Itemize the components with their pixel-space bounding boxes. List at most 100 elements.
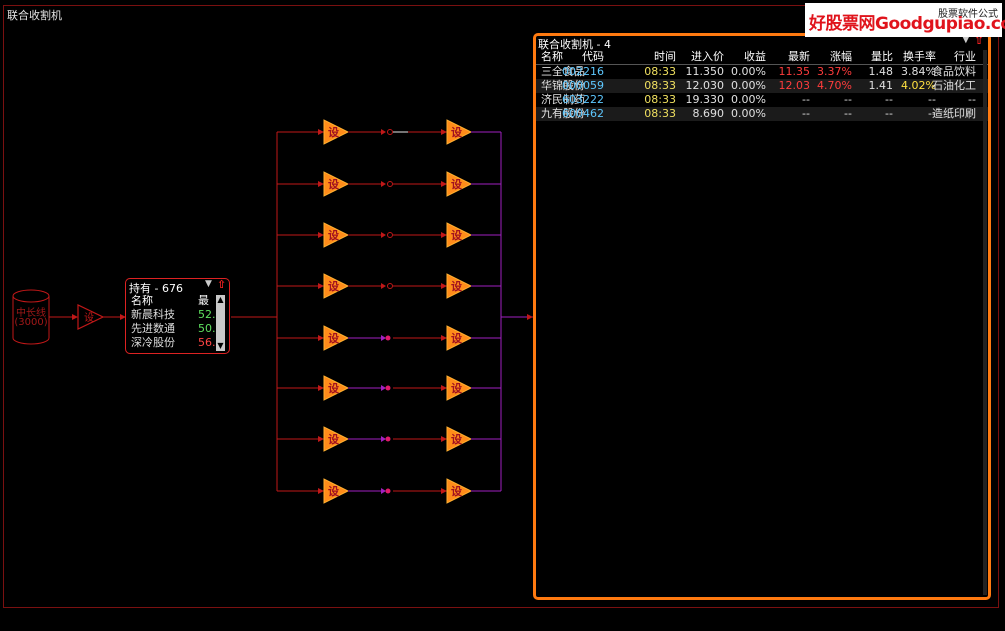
industry: --	[968, 93, 976, 106]
scroll-up-icon[interactable]: ▲	[216, 295, 225, 305]
arrow-head	[381, 129, 386, 135]
col-entry-price[interactable]: 进入价	[691, 50, 724, 64]
holding-row-value: 50.	[198, 322, 216, 335]
entry-price: 12.030	[685, 79, 725, 92]
arrow-head	[72, 314, 78, 320]
arrow-head	[318, 232, 324, 238]
results-scrollbar[interactable]	[983, 50, 987, 595]
condition-node-label: 设	[328, 125, 340, 139]
arrow-head	[381, 181, 386, 187]
arrow-head	[441, 488, 447, 494]
condition-node-label: 设	[451, 228, 463, 242]
holding-row-name: 深冷股份	[131, 336, 175, 349]
arrow-head	[381, 335, 386, 341]
col-industry[interactable]: 行业	[954, 50, 976, 64]
change-pct: 3.37%	[817, 65, 852, 78]
arrow-head	[381, 283, 386, 289]
holding-row[interactable]: 深冷股份 56.	[129, 336, 216, 350]
holding-panel[interactable]: 持有 - 676 ▼ ⇧ 名称 最 新晨科技 52. 先进数通 50. 深冷股份…	[125, 278, 230, 354]
change-pct: --	[844, 93, 852, 106]
arrow-head	[441, 385, 447, 391]
volume-ratio: --	[885, 107, 893, 120]
industry: 石油化工	[932, 79, 976, 92]
arrow-head	[441, 129, 447, 135]
results-table: 名称 代码 时间 进入价 收益 最新 涨幅 量比 换手率 行业 三全食品 0022…	[536, 50, 988, 121]
stock-code: 603222	[562, 93, 604, 106]
col-name[interactable]: 名称	[541, 50, 563, 64]
watermark-title: 好股票网Goodgupiao.com	[809, 14, 1005, 34]
gain: 0.00%	[731, 79, 766, 92]
condition-node-label: 设	[451, 484, 463, 498]
holding-row-name: 新晨科技	[131, 308, 175, 321]
arrow-head	[441, 283, 447, 289]
latest-price: 11.35	[778, 65, 811, 78]
col-time[interactable]: 时间	[654, 50, 676, 64]
turnover-rate: 3.84%	[901, 65, 936, 78]
table-row[interactable]: 九有股份 600462 08:33 8.690 0.00% -- -- -- -- 造纸印刷	[536, 107, 988, 121]
turnover-rate: --	[928, 93, 936, 106]
junction-dot	[387, 181, 393, 187]
col-volume-ratio[interactable]: 量比	[871, 50, 893, 64]
arrow-head	[441, 335, 447, 341]
stock-code: 000059	[562, 79, 604, 92]
col-code[interactable]: 代码	[582, 50, 604, 64]
volume-ratio: --	[885, 93, 893, 106]
scroll-down-icon[interactable]: ▼	[216, 341, 225, 351]
table-row[interactable]: 济民制药 603222 08:33 19.330 0.00% -- -- -- -- --	[536, 93, 988, 107]
condition-node-label: 设	[328, 484, 340, 498]
junction-dot	[385, 385, 391, 391]
entry-time: 08:33	[644, 93, 676, 106]
volume-ratio: 1.41	[868, 79, 894, 92]
results-panel[interactable]: 联合收割机 - 4 ▼ ⇧ 名称 代码 时间 进入价 收益 最新 涨幅 量比 换…	[533, 33, 991, 600]
condition-node-label: 设	[328, 177, 340, 191]
junction-dot	[387, 129, 393, 135]
arrow-head	[318, 283, 324, 289]
col-change[interactable]: 涨幅	[830, 50, 852, 64]
holding-header: 名称 最	[129, 294, 215, 308]
junction-dot	[387, 283, 393, 289]
table-row[interactable]: 华锦股份 000059 08:33 12.030 0.00% 12.03 4.70% 1.41…	[536, 79, 988, 93]
condition-node-label: 设	[451, 432, 463, 446]
dropdown-icon[interactable]: ▼	[205, 279, 212, 289]
col-gain[interactable]: 收益	[744, 50, 766, 64]
holding-col-latest: 最	[198, 294, 209, 307]
holding-row-value: 52.	[198, 308, 216, 321]
gain: 0.00%	[731, 65, 766, 78]
condition-node-label: 设	[451, 125, 463, 139]
arrow-head	[441, 181, 447, 187]
results-header: 名称 代码 时间 进入价 收益 最新 涨幅 量比 换手率 行业	[536, 50, 988, 65]
holding-col-name: 名称	[131, 294, 153, 307]
condition-node-label: 设	[451, 177, 463, 191]
arrow-head	[318, 129, 324, 135]
condition-node-label: 设	[328, 331, 340, 345]
condition-node-label: 设	[451, 381, 463, 395]
arrow-head	[318, 181, 324, 187]
condition-node-label: 设	[328, 381, 340, 395]
stock-code: 600462	[562, 107, 604, 120]
arrow-head	[441, 436, 447, 442]
stock-code: 002216	[562, 65, 604, 78]
condition-node-label: 设	[451, 331, 463, 345]
entry-time: 08:33	[644, 79, 676, 92]
holding-row-name: 先进数通	[131, 322, 175, 335]
database-top	[12, 289, 50, 303]
entry-price: 11.350	[685, 65, 725, 78]
volume-ratio: 1.48	[868, 65, 894, 78]
up-arrow-icon[interactable]: ⇧	[217, 278, 226, 291]
holding-scrollbar[interactable]: ▲ ▼	[216, 295, 225, 351]
arrow-head	[318, 385, 324, 391]
holding-row[interactable]: 新晨科技 52.	[129, 308, 216, 322]
change-pct: --	[844, 107, 852, 120]
turnover-rate: 4.02%	[901, 79, 936, 92]
col-turnover[interactable]: 换手率	[903, 50, 936, 64]
col-latest[interactable]: 最新	[788, 50, 810, 64]
industry: 造纸印刷	[932, 107, 976, 120]
entry-time: 08:33	[644, 107, 676, 120]
filter-node-label: 设	[84, 312, 94, 324]
junction-dot	[385, 436, 391, 442]
table-row[interactable]: 三全食品 002216 08:33 11.350 0.00% 11.35 3.37% 1.48…	[536, 65, 988, 79]
entry-price: 8.690	[692, 107, 725, 120]
holding-row[interactable]: 先进数通 50.	[129, 322, 216, 336]
arrow-head	[318, 335, 324, 341]
arrow-head	[381, 232, 386, 238]
